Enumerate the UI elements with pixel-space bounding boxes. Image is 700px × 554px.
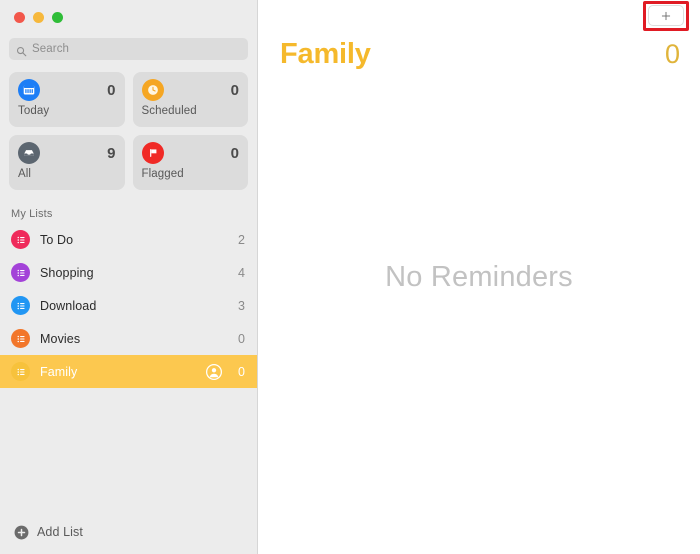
list-icon: [11, 329, 30, 348]
list-item-family-count: 0: [238, 364, 245, 379]
smart-list-all-top: 9: [18, 142, 116, 164]
smart-lists-grid: 0 Today 0 Scheduled 9 All 0 Flagged: [0, 60, 257, 190]
list-icon: [11, 362, 30, 381]
empty-state-message: No Reminders: [385, 260, 573, 293]
reminder-count: 0: [664, 39, 680, 69]
minimize-button-icon[interactable]: [33, 12, 44, 23]
flag-icon: [141, 142, 164, 164]
main-content: Family 0 No Reminders: [258, 0, 700, 554]
list-item-to-do-count: 2: [238, 232, 245, 247]
smart-list-flagged-count: 0: [230, 144, 239, 162]
inbox-icon: [18, 142, 40, 164]
my-lists: To Do 2 Shopping 4 Download 3 Movies 0 F…: [0, 223, 257, 388]
smart-list-scheduled-count: 0: [230, 81, 239, 99]
smart-list-flagged[interactable]: 0 Flagged: [132, 135, 248, 190]
smart-list-all[interactable]: 9 All: [9, 135, 125, 190]
clock-icon: [141, 79, 164, 101]
list-item-download-count: 3: [238, 298, 245, 313]
list-item-shopping-count: 4: [238, 265, 245, 280]
close-button-icon[interactable]: [14, 12, 25, 23]
list-icon: [11, 263, 30, 282]
list-icon: [11, 230, 30, 249]
plus-icon: [660, 10, 672, 22]
search-icon: [16, 44, 27, 56]
main-toolbar: [258, 0, 700, 34]
smart-list-flagged-label: Flagged: [141, 168, 184, 180]
smart-list-scheduled[interactable]: 0 Scheduled: [132, 72, 248, 127]
empty-state: No Reminders: [258, 0, 700, 554]
smart-list-today-label: Today: [18, 105, 50, 117]
calendar-icon: [18, 79, 40, 101]
list-item-shopping[interactable]: Shopping 4: [0, 256, 257, 289]
reminders-window: Search 0 Today 0 Scheduled 9 All 0 Flagg…: [0, 0, 700, 554]
maximize-button-icon[interactable]: [52, 12, 63, 23]
list-item-movies[interactable]: Movies 0: [0, 322, 257, 355]
sidebar: Search 0 Today 0 Scheduled 9 All 0 Flagg…: [0, 0, 258, 554]
smart-list-today[interactable]: 0 Today: [9, 72, 125, 127]
add-reminder-button[interactable]: [648, 5, 684, 26]
search-container: Search: [0, 34, 257, 60]
shared-list-person-icon[interactable]: [206, 363, 223, 380]
search-placeholder: Search: [32, 43, 70, 55]
my-lists-header: My Lists: [11, 208, 53, 220]
smart-list-all-label: All: [18, 168, 32, 180]
list-item-download-label: Download: [40, 298, 97, 313]
page-title: Family: [280, 38, 371, 70]
smart-list-all-count: 9: [107, 144, 116, 162]
list-item-to-do-label: To Do: [40, 232, 74, 247]
list-item-movies-label: Movies: [40, 331, 81, 346]
smart-list-scheduled-label: Scheduled: [141, 105, 197, 117]
smart-list-today-top: 0: [18, 79, 116, 101]
list-icon: [11, 296, 30, 315]
list-item-family[interactable]: Family 0: [0, 355, 257, 388]
list-item-download[interactable]: Download 3: [0, 289, 257, 322]
smart-list-scheduled-top: 0: [141, 79, 239, 101]
search-input[interactable]: Search: [9, 38, 248, 60]
smart-list-today-count: 0: [107, 81, 116, 99]
list-item-family-label: Family: [40, 364, 78, 379]
list-item-to-do[interactable]: To Do 2: [0, 223, 257, 256]
add-list-button[interactable]: Add List: [0, 510, 257, 554]
smart-list-flagged-top: 0: [141, 142, 239, 164]
plus-circle-icon: [14, 525, 29, 540]
list-header: Family 0: [258, 34, 700, 71]
add-list-label: Add List: [37, 525, 83, 539]
list-item-movies-count: 0: [238, 331, 245, 346]
window-traffic-lights: [0, 0, 257, 34]
list-item-shopping-label: Shopping: [40, 265, 94, 280]
